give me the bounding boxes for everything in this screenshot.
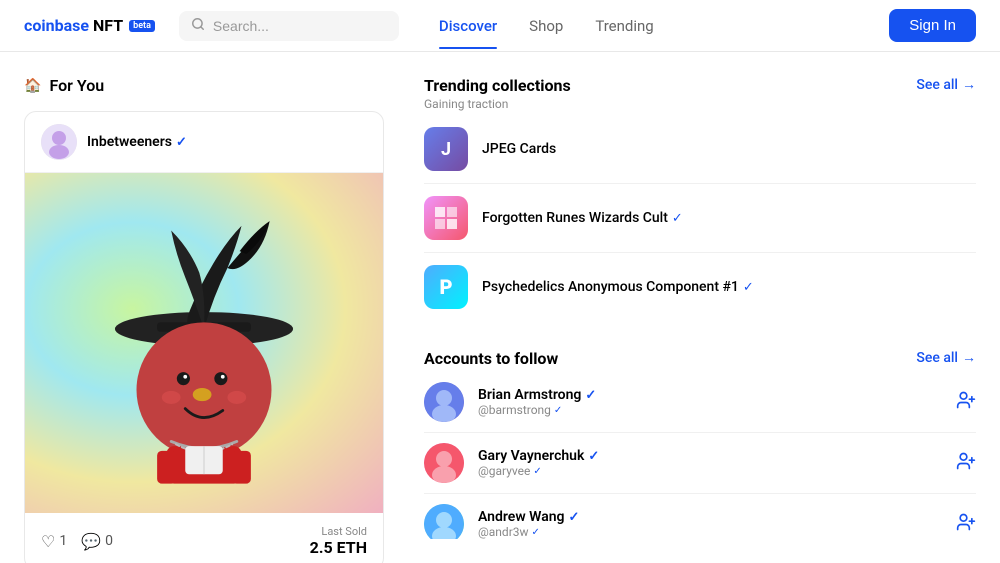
header: coinbase NFT beta Discover Shop Trending… <box>0 0 1000 52</box>
card-creator-name: Inbetweeners ✓ <box>87 134 187 150</box>
trending-section: Trending collections Gaining traction Se… <box>424 76 976 321</box>
nft-character-svg <box>74 193 334 493</box>
verified-icon: ✓ <box>176 135 187 150</box>
card-header: Inbetweeners ✓ <box>25 112 383 173</box>
main-content: 🏠 For You Inbetweeners ✓ <box>0 52 1000 563</box>
left-column: 🏠 For You Inbetweeners ✓ <box>24 76 384 539</box>
verified-handle-brian: ✓ <box>554 405 562 416</box>
follow-button-brian[interactable] <box>956 390 976 415</box>
account-item-brian[interactable]: Brian Armstrong ✓ @barmstrong ✓ <box>424 372 976 433</box>
account-name-brian: Brian Armstrong ✓ <box>478 387 942 403</box>
collection-item-psyche[interactable]: P Psychedelics Anonymous Component #1 ✓ <box>424 253 976 321</box>
logo-coinbase: coinbase <box>24 16 89 35</box>
account-name-andrew: Andrew Wang ✓ <box>478 509 942 525</box>
card-footer: ♡ 1 💬 0 Last Sold 2.5 ETH <box>25 513 383 563</box>
follow-button-gary[interactable] <box>956 451 976 476</box>
verified-handle-gary: ✓ <box>533 466 541 477</box>
collection-name-psyche: Psychedelics Anonymous Component #1 ✓ <box>482 279 754 295</box>
verified-icon-psyche: ✓ <box>743 280 754 295</box>
verified-gary: ✓ <box>588 449 599 464</box>
trending-subtitle: Gaining traction <box>424 97 571 111</box>
trending-title-group: Trending collections Gaining traction <box>424 76 571 111</box>
nft-card: Inbetweeners ✓ <box>24 111 384 563</box>
search-bar[interactable] <box>179 11 399 41</box>
logo[interactable]: coinbase NFT beta <box>24 16 155 35</box>
account-item-andrew[interactable]: Andrew Wang ✓ @andr3w ✓ <box>424 494 976 539</box>
nav-item-shop[interactable]: Shop <box>513 3 579 49</box>
verified-handle-andrew: ✓ <box>532 527 540 538</box>
collection-item-runes[interactable]: Forgotten Runes Wizards Cult ✓ <box>424 184 976 253</box>
logo-beta-badge: beta <box>129 20 155 32</box>
account-list: Brian Armstrong ✓ @barmstrong ✓ <box>424 372 976 539</box>
card-image <box>25 173 383 513</box>
account-info-brian: Brian Armstrong ✓ @barmstrong ✓ <box>478 387 942 417</box>
heart-icon: ♡ <box>41 532 55 551</box>
account-info-gary: Gary Vaynerchuk ✓ @garyvee ✓ <box>478 448 942 478</box>
accounts-section: Accounts to follow See all → <box>424 349 976 539</box>
follow-button-andrew[interactable] <box>956 512 976 537</box>
like-button[interactable]: ♡ 1 <box>41 532 67 551</box>
verified-brian: ✓ <box>585 388 596 403</box>
accounts-title: Accounts to follow <box>424 349 558 368</box>
account-name-gary: Gary Vaynerchuk ✓ <box>478 448 942 464</box>
collection-list: J JPEG Cards <box>424 115 976 321</box>
for-you-title: 🏠 For You <box>24 76 384 95</box>
avatar-gary <box>424 443 464 483</box>
last-sold-value: 2.5 ETH <box>310 538 367 557</box>
for-you-label: For You <box>49 76 104 95</box>
account-handle-andrew: @andr3w ✓ <box>478 525 942 539</box>
arrow-right-icon-accounts: → <box>962 349 976 366</box>
collection-thumb-psyche: P <box>424 265 468 309</box>
accounts-header: Accounts to follow See all → <box>424 349 976 368</box>
trending-header: Trending collections Gaining traction Se… <box>424 76 976 111</box>
home-icon: 🏠 <box>24 78 41 94</box>
card-actions: ♡ 1 💬 0 <box>41 532 113 551</box>
collection-name-jpeg: JPEG Cards <box>482 141 556 157</box>
account-handle-gary: @garyvee ✓ <box>478 464 942 478</box>
comment-button[interactable]: 💬 0 <box>81 532 113 551</box>
last-sold-label: Last Sold <box>310 525 367 538</box>
account-handle-brian: @barmstrong ✓ <box>478 403 942 417</box>
verified-andrew: ✓ <box>569 510 580 525</box>
last-sold-info: Last Sold 2.5 ETH <box>310 525 367 557</box>
avatar <box>41 124 77 160</box>
account-info-andrew: Andrew Wang ✓ @andr3w ✓ <box>478 509 942 539</box>
nav-item-trending[interactable]: Trending <box>579 3 669 49</box>
arrow-right-icon: → <box>962 76 976 93</box>
accounts-see-all[interactable]: See all → <box>916 349 976 366</box>
right-column: Trending collections Gaining traction Se… <box>424 76 976 539</box>
sign-in-button[interactable]: Sign In <box>889 9 976 42</box>
account-item-gary[interactable]: Gary Vaynerchuk ✓ @garyvee ✓ <box>424 433 976 494</box>
collection-name-runes: Forgotten Runes Wizards Cult ✓ <box>482 210 683 226</box>
comment-icon: 💬 <box>81 532 101 551</box>
comment-count: 0 <box>105 533 113 549</box>
avatar-brian <box>424 382 464 422</box>
logo-nft-text: NFT <box>93 16 123 35</box>
trending-title: Trending collections <box>424 76 571 95</box>
collection-thumb-runes <box>424 196 468 240</box>
collection-item-jpeg[interactable]: J JPEG Cards <box>424 115 976 184</box>
search-icon <box>191 17 205 35</box>
search-input[interactable] <box>213 18 387 34</box>
verified-icon-runes: ✓ <box>672 211 683 226</box>
avatar-andrew <box>424 504 464 539</box>
nft-background <box>25 173 383 513</box>
main-nav: Discover Shop Trending <box>423 3 670 49</box>
nav-item-discover[interactable]: Discover <box>423 3 513 49</box>
like-count: 1 <box>59 533 67 549</box>
trending-see-all[interactable]: See all → <box>916 76 976 93</box>
collection-thumb-jpeg: J <box>424 127 468 171</box>
